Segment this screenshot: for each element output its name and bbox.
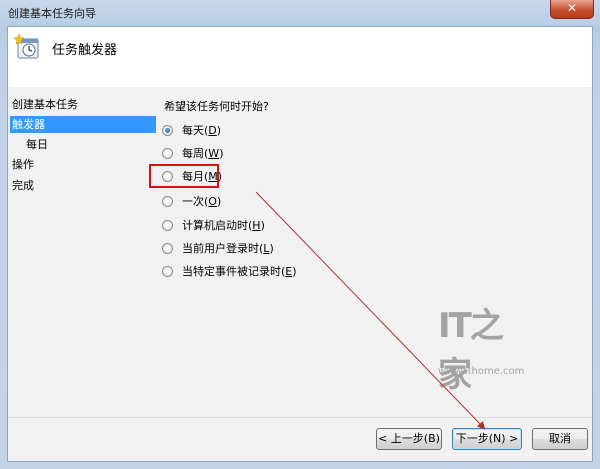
watermark-logo: IT之家 [438, 306, 504, 395]
radio-weekly-button[interactable] [162, 148, 173, 159]
next-button[interactable]: 下一步(N) > [452, 428, 522, 450]
wizard-footer: < 上一步(B) 下一步(N) > 取消 [8, 417, 592, 461]
radio-on-event-button[interactable] [162, 266, 173, 277]
nav-step-create-basic-task[interactable]: 创建基本任务 [10, 96, 156, 113]
nav-step-daily[interactable]: 每日 [10, 136, 156, 153]
wizard-step-nav: 创建基本任务 触发器 每日 操作 完成 [8, 87, 158, 417]
cancel-button[interactable]: 取消 [532, 428, 588, 450]
radio-at-startup-button[interactable] [162, 220, 173, 231]
back-button[interactable]: < 上一步(B) [376, 428, 442, 450]
radio-on-event-label: 当特定事件被记录时(E) [182, 265, 297, 278]
wizard-window: 创建基本任务向导 ✕ 任务触发器 创建基本任务 触发器 每日 操作 完成 希望该… [0, 0, 600, 469]
ithome-watermark: IT之家 www.ithome.com [438, 298, 528, 395]
annotation-highlight-box [149, 164, 219, 188]
radio-weekly-label: 每周(W) [182, 147, 224, 160]
radio-daily-button[interactable] [162, 125, 173, 136]
nav-step-trigger[interactable]: 触发器 [10, 116, 156, 133]
nav-step-finish[interactable]: 完成 [10, 177, 156, 194]
nav-step-action[interactable]: 操作 [10, 156, 156, 173]
trigger-prompt: 希望该任务何时开始? [164, 100, 269, 113]
wizard-header: 任务触发器 [8, 27, 592, 88]
window-title: 创建基本任务向导 [8, 7, 96, 20]
task-scheduler-clock-icon [14, 33, 39, 59]
watermark-url: www.ithome.com [438, 366, 525, 377]
wizard-client-area: 任务触发器 创建基本任务 触发器 每日 操作 完成 希望该任务何时开始? 每天(… [7, 26, 593, 462]
close-icon: ✕ [566, 1, 578, 15]
radio-at-startup-label: 计算机启动时(H) [182, 219, 265, 232]
page-title: 任务触发器 [52, 43, 118, 58]
radio-daily-label: 每天(D) [182, 124, 222, 137]
radio-at-logon-button[interactable] [162, 243, 173, 254]
title-bar[interactable]: 创建基本任务向导 ✕ [0, 0, 600, 26]
radio-at-logon-label: 当前用户登录时(L) [182, 242, 274, 255]
radio-once-label: 一次(O) [182, 195, 222, 208]
close-button[interactable]: ✕ [550, 0, 594, 19]
radio-once-button[interactable] [162, 196, 173, 207]
